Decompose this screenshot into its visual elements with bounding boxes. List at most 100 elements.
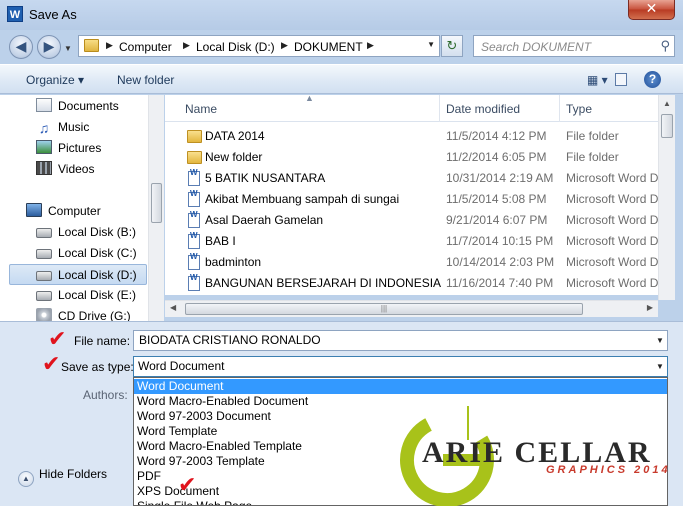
recent-locations-chevron-icon[interactable]: ▼ [64,44,72,53]
videos-icon [36,161,52,175]
scrollbar-thumb[interactable] [151,183,162,223]
sort-ascending-icon: ▲ [305,95,314,103]
file-row[interactable]: Asal Daerah Gamelan 9/21/2014 6:07 PM Micr… [165,210,658,231]
file-name-cell: DATA 2014 [205,129,265,143]
file-list-vertical-scrollbar[interactable]: ▲ [658,95,675,300]
red-checkmark-icon: ✔ [178,473,197,498]
file-type-cell: File folder [566,129,619,143]
file-row[interactable]: 5 BATIK NUSANTARA 10/31/2014 2:19 AM Micro… [165,168,658,189]
preview-pane-icon[interactable] [615,73,627,86]
nav-item-local-disk-b[interactable]: Local Disk (B:) [36,222,136,243]
column-header-name[interactable]: Name [185,102,217,116]
file-row[interactable]: badminton 10/14/2014 2:03 PM Microsoft Wor… [165,252,658,273]
file-list: ▲ Name Date modified Type DATA 2014 11/5/… [165,95,658,295]
nav-item-local-disk-d[interactable]: Local Disk (D:) [9,264,147,285]
file-row[interactable]: Bahaya Efek Video Efisien 9/27/2014 1:57 … [165,294,658,295]
save-type-option[interactable]: Word 97-2003 Document [134,409,667,424]
breadcrumb-dokument[interactable]: DOKUMENT [294,40,363,54]
nav-item-computer[interactable]: Computer [26,201,101,222]
save-type-option[interactable]: Single File Web Page [134,499,667,505]
scroll-right-icon[interactable]: ▶ [647,303,653,312]
column-header-type[interactable]: Type [566,102,592,116]
search-icon[interactable]: ⚲ [660,38,670,54]
file-type-cell: Microsoft Word D [566,234,658,248]
file-row[interactable]: BANGUNAN BERSEJARAH DI INDONESIA 11/16/20… [165,273,658,294]
title-bar: W Save As ✕ [0,0,683,30]
column-header-row: ▲ Name Date modified Type [165,95,658,122]
file-row[interactable]: BAB I 11/7/2014 10:15 PM Microsoft Word D [165,231,658,252]
save-as-type-select[interactable]: Word Document [133,356,668,377]
pictures-icon [36,140,52,154]
scroll-up-icon[interactable]: ▲ [663,99,671,108]
file-type-cell: Microsoft Word D [566,276,658,290]
file-list-horizontal-scrollbar[interactable]: ◀ ||| ▶ [165,300,658,317]
back-button[interactable]: ◀ [9,35,33,59]
column-divider[interactable] [559,95,560,122]
close-button[interactable]: ✕ [628,0,675,20]
navigation-scrollbar[interactable] [148,95,164,321]
computer-icon [26,203,42,217]
nav-item-local-disk-e[interactable]: Local Disk (E:) [36,285,136,306]
change-view-icon[interactable]: ▦ ▾ [587,73,608,87]
file-date-cell: 10/31/2014 2:19 AM [446,171,554,185]
address-dropdown-icon[interactable]: ▼ [427,40,435,49]
file-type-cell: Microsoft Word D [566,213,658,227]
nav-item-documents[interactable]: Documents [36,96,119,117]
new-folder-button[interactable]: New folder [117,73,174,87]
drive-icon [36,271,52,281]
address-bar[interactable]: ▶ Computer ▶ Local Disk (D:) ▶ DOKUMENT … [78,35,440,57]
file-date-cell: 11/2/2014 6:05 PM [446,150,547,164]
save-type-option[interactable]: Word Document [134,379,667,394]
save-type-option[interactable]: XPS Document [134,484,667,499]
logo-subtitle: GRAPHICS 2014 [546,464,671,476]
scrollbar-thumb[interactable] [661,114,673,138]
authors-label: Authors: [83,388,128,402]
file-type-cell: Microsoft Word D [566,255,658,269]
command-bar: Organize ▾ New folder ▦ ▾ ? [0,64,683,94]
column-header-date-modified[interactable]: Date modified [446,102,520,116]
nav-item-local-disk-c[interactable]: Local Disk (C:) [36,243,137,264]
folder-icon [84,39,99,52]
file-name-cell: New folder [205,150,263,164]
refresh-button[interactable]: ↻ [441,35,463,57]
nav-item-videos[interactable]: Videos [36,159,94,180]
nav-item-music[interactable]: ♫ Music [36,117,90,138]
save-as-type-dropdown-icon[interactable]: ▼ [656,362,664,371]
file-name-cell: BAB I [205,234,236,248]
file-name-dropdown-icon[interactable]: ▼ [656,336,664,345]
help-icon[interactable]: ? [644,71,661,88]
file-type-cell: Microsoft Word D [566,171,658,185]
nav-item-pictures[interactable]: Pictures [36,138,101,159]
breadcrumb-arrow-icon[interactable]: ▶ [183,40,190,51]
hide-folders-button[interactable]: ▲ Hide Folders [18,467,107,487]
file-name-input[interactable]: BIODATA CRISTIANO RONALDO [133,330,668,351]
documents-icon [36,98,52,112]
search-input[interactable]: Search DOKUMENT [481,40,591,54]
file-name-cell: Akibat Membuang sampah di sungai [205,192,400,206]
file-type-cell: File folder [566,150,619,164]
breadcrumb-local-disk-d[interactable]: Local Disk (D:) [196,40,275,54]
drive-icon [36,291,52,301]
breadcrumb-arrow-icon[interactable]: ▶ [106,40,113,51]
breadcrumb-computer[interactable]: Computer [119,40,172,54]
search-box[interactable]: Search DOKUMENT ⚲ [473,35,675,57]
scroll-left-icon[interactable]: ◀ [170,303,176,312]
drive-icon [36,228,52,238]
file-date-cell: 11/7/2014 10:15 PM [446,234,554,248]
file-row[interactable]: New folder 11/2/2014 6:05 PM File folder [165,147,658,168]
file-name-cell: BANGUNAN BERSEJARAH DI INDONESIA [205,276,442,290]
breadcrumb-arrow-icon[interactable]: ▶ [281,40,288,51]
nav-item-cd-drive-g[interactable]: CD Drive (G:) [36,306,131,321]
file-row[interactable]: Akibat Membuang sampah di sungai 11/5/201… [165,189,658,210]
word-document-icon [188,168,200,186]
forward-button[interactable]: ▶ [37,35,61,59]
file-date-cell: 11/5/2014 4:12 PM [446,129,547,143]
save-as-type-label: Save as type: [61,360,134,374]
scrollbar-thumb[interactable]: ||| [185,303,583,315]
file-row[interactable]: DATA 2014 11/5/2014 4:12 PM File folder [165,126,658,147]
save-type-option[interactable]: Word Macro-Enabled Document [134,394,667,409]
chevron-up-icon: ▲ [18,471,34,487]
column-divider[interactable] [439,95,440,122]
breadcrumb-arrow-icon[interactable]: ▶ [367,40,374,51]
organize-button[interactable]: Organize ▾ [26,73,84,87]
